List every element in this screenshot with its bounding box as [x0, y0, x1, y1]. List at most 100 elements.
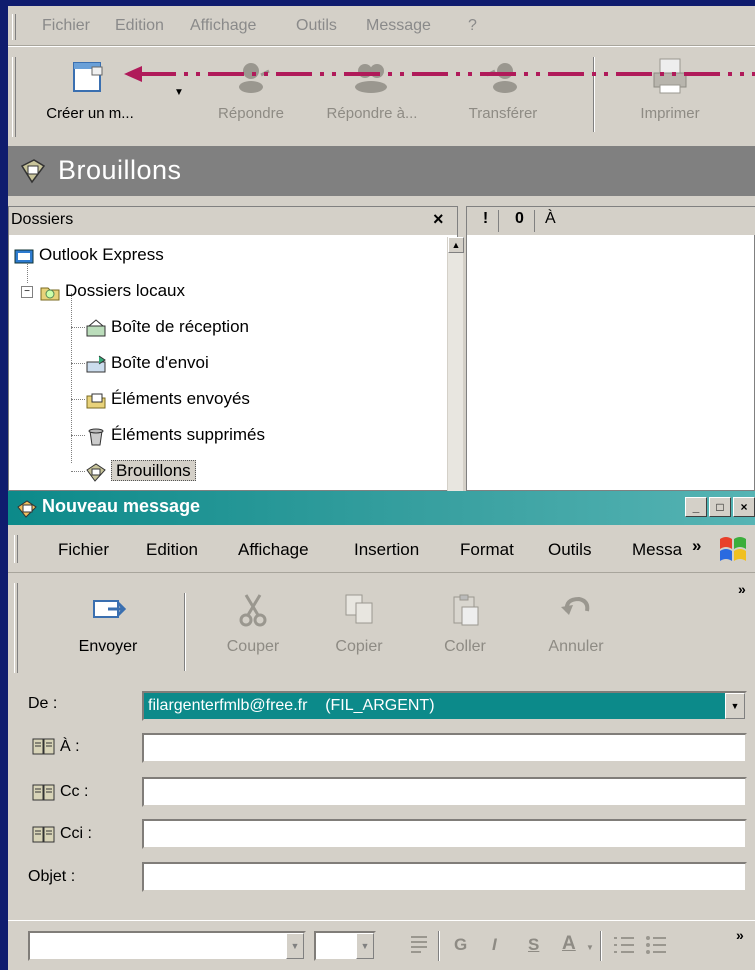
drafts-folder-icon [20, 159, 46, 184]
print-label: Imprimer [640, 105, 700, 122]
minimize-button[interactable]: _ [685, 497, 707, 517]
italic-button[interactable]: I [492, 935, 497, 955]
tree-item-inbox[interactable]: Boîte de réception [71, 317, 249, 338]
folder-title-bar: Brouillons [8, 146, 755, 196]
formatting-toolbar: ▼ ▼ G I S A ▼ » [8, 920, 755, 970]
folders-header-label: Dossiers [11, 211, 74, 228]
nm-menu-insertion[interactable]: Insertion [354, 540, 419, 560]
size-dropdown-icon[interactable]: ▼ [356, 933, 374, 959]
undo-icon [561, 596, 590, 615]
undo-label: Annuler [548, 638, 604, 655]
underline-button[interactable]: S [528, 935, 539, 955]
cc-field[interactable] [142, 777, 747, 807]
separator [438, 931, 440, 961]
font-dropdown-icon[interactable]: ▼ [286, 933, 304, 959]
nm-menu-message[interactable]: Messa [632, 540, 690, 560]
toolbar-overflow-chevron-icon[interactable]: » [738, 581, 746, 597]
cut-button[interactable]: Couper [208, 593, 298, 656]
tree-item-label: Outlook Express [39, 245, 164, 264]
menu-affichage[interactable]: Affichage [190, 17, 256, 35]
new-message-title: Nouveau message [42, 496, 201, 516]
drafts-icon [86, 462, 106, 482]
folder-title: Brouillons [58, 155, 182, 185]
menu-help[interactable]: ? [468, 17, 477, 35]
font-color-button[interactable]: A [562, 933, 576, 955]
menubar-grip[interactable] [14, 535, 18, 563]
tree-item-label: Dossiers locaux [65, 281, 185, 300]
to-field[interactable] [142, 733, 747, 763]
message-list-header: ! 0 À [467, 207, 755, 235]
format-overflow-chevron-icon[interactable]: » [736, 927, 744, 943]
maximize-button[interactable]: □ [709, 497, 731, 517]
collapse-toggle-icon[interactable]: − [21, 285, 33, 298]
nm-menu-outils[interactable]: Outils [548, 540, 591, 560]
menu-fichier[interactable]: Fichier [42, 17, 90, 35]
copy-icon [345, 594, 373, 624]
tree-item-label: Éléments supprimés [111, 425, 266, 444]
reply-all-label: Répondre à... [326, 105, 418, 122]
toolbar-grip[interactable] [14, 583, 18, 673]
cut-icon [239, 594, 267, 627]
font-size-select[interactable]: ▼ [314, 931, 376, 961]
tree-item-sent[interactable]: Éléments envoyés [71, 389, 250, 410]
tree-item-label: Boîte d'envoi [111, 353, 209, 372]
tree-item-label-selected: Brouillons [111, 460, 196, 481]
tree-item-outbox[interactable]: Boîte d'envoi [71, 353, 209, 374]
folders-pane: Dossiers × Outlook Express − Dossiers lo… [8, 206, 464, 492]
bcc-field[interactable] [142, 819, 747, 849]
create-message-label: Créer un m... [46, 105, 134, 122]
col-to[interactable]: À [545, 210, 556, 228]
bold-button[interactable]: G [454, 935, 467, 955]
new-message-icon [73, 62, 103, 92]
numbered-list-icon[interactable] [612, 933, 636, 959]
toolbar-grip[interactable] [12, 57, 16, 137]
new-message-titlebar[interactable]: Nouveau message _ □ × [8, 491, 755, 525]
separator [600, 931, 602, 961]
bulleted-list-icon[interactable] [644, 933, 668, 959]
from-select[interactable]: filargenterfmlb@free.fr (FIL_ARGENT) ▼ [142, 691, 747, 721]
copy-button[interactable]: Copier [314, 593, 404, 656]
folders-scrollbar[interactable]: ▲ [447, 237, 464, 492]
address-book-icon[interactable] [32, 737, 56, 757]
paste-button[interactable]: Coller [420, 593, 510, 656]
bcc-label: Cci : [60, 825, 92, 842]
col-priority[interactable]: ! [473, 210, 499, 232]
subject-label: Objet : [28, 868, 76, 885]
tree-item-drafts[interactable]: Brouillons [71, 460, 196, 482]
new-message-toolbar: Envoyer Couper Copier Coller Annuler » [8, 573, 755, 685]
tree-item-dossiers-locaux[interactable]: − Dossiers locaux [21, 281, 185, 302]
scroll-up-icon[interactable]: ▲ [448, 237, 464, 253]
menu-outils[interactable]: Outils [296, 17, 337, 35]
tree-item-outlook-express[interactable]: Outlook Express [13, 245, 164, 266]
undo-button[interactable]: Annuler [526, 593, 626, 656]
create-dropdown-arrow-icon[interactable]: ▼ [174, 87, 184, 98]
paragraph-style-icon[interactable] [408, 933, 430, 959]
subject-field[interactable] [142, 862, 747, 892]
copy-label: Copier [335, 638, 383, 655]
address-book-icon[interactable] [32, 825, 56, 845]
inbox-icon [86, 318, 106, 337]
cc-label: Cc : [60, 783, 89, 800]
from-value: filargenterfmlb@free.fr (FIL_ARGENT) [148, 697, 435, 714]
menu-edition[interactable]: Edition [115, 17, 164, 35]
col-attachment[interactable]: 0 [505, 210, 535, 232]
from-dropdown-icon[interactable]: ▼ [725, 693, 745, 719]
menu-overflow-chevron-icon[interactable]: » [692, 536, 701, 556]
message-header-fields: De : filargenterfmlb@free.fr (FIL_ARGENT… [8, 685, 755, 920]
close-folders-pane-icon[interactable]: × [433, 209, 444, 230]
font-name-select[interactable]: ▼ [28, 931, 306, 961]
tree-item-deleted[interactable]: Éléments supprimés [71, 425, 265, 446]
send-button[interactable]: Envoyer [48, 593, 168, 656]
nm-menu-format[interactable]: Format [460, 540, 514, 560]
outlook-express-icon [14, 249, 34, 264]
nm-menu-fichier[interactable]: Fichier [58, 540, 109, 560]
nm-menu-edition[interactable]: Edition [146, 540, 198, 560]
sent-items-icon [86, 393, 106, 409]
close-button[interactable]: × [733, 497, 755, 517]
font-color-dropdown-icon[interactable]: ▼ [586, 943, 594, 952]
address-book-icon[interactable] [32, 783, 56, 803]
nm-menu-affichage[interactable]: Affichage [238, 540, 309, 560]
toolbar-separator [184, 593, 186, 671]
menubar-grip[interactable] [12, 14, 16, 40]
menu-message[interactable]: Message [366, 17, 431, 35]
